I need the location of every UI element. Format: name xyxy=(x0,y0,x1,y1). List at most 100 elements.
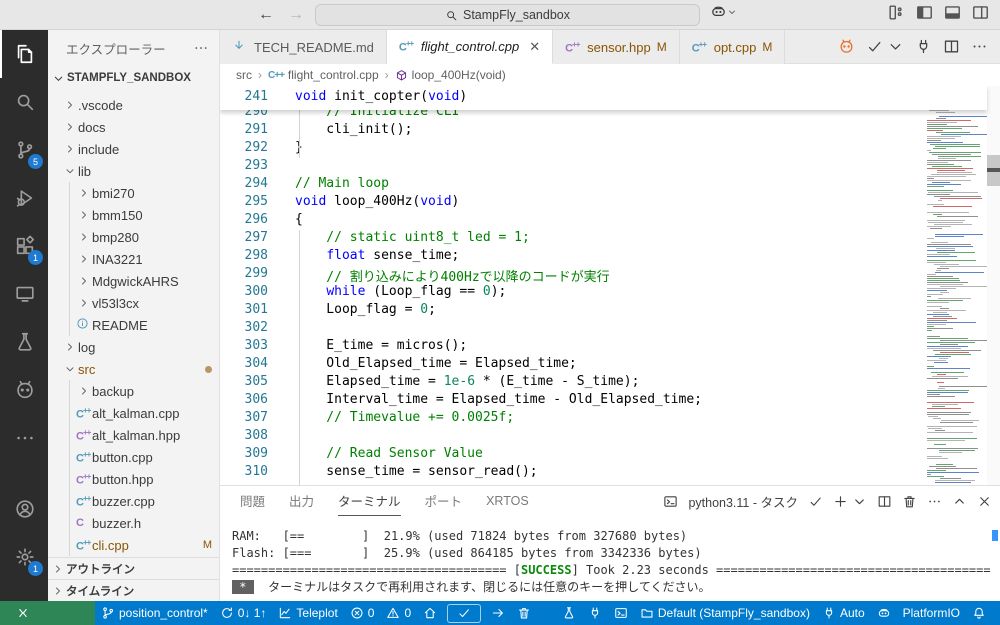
section-タイムライン[interactable]: タイムライン xyxy=(48,579,219,601)
activity-platformio[interactable] xyxy=(0,366,48,414)
code-editor[interactable]: 241 void init_copter(void) 290 // Initial… xyxy=(220,86,1000,485)
tree-item-buzzer.cpp[interactable]: C++ buzzer.cpp xyxy=(48,490,219,512)
panel-tab-XRTOS[interactable]: XRTOS xyxy=(486,486,529,516)
panel-left-icon[interactable] xyxy=(915,3,934,22)
tree-item-alt_kalman.cpp[interactable]: C++ alt_kalman.cpp xyxy=(48,402,219,424)
layout-icon[interactable] xyxy=(887,3,906,22)
sticky-scroll-line[interactable]: 241 void init_copter(void) xyxy=(220,86,987,110)
activity-testing[interactable] xyxy=(0,318,48,366)
ellipsis-icon[interactable] xyxy=(971,38,988,55)
minimap[interactable] xyxy=(925,86,987,485)
statusbar-pio-serial-monitor[interactable] xyxy=(582,601,608,625)
statusbar-errors[interactable]: 0 xyxy=(344,601,381,625)
activity-explorer[interactable] xyxy=(0,30,48,78)
activity-search[interactable] xyxy=(0,78,48,126)
activity-remote-explorer[interactable] xyxy=(0,270,48,318)
tree-item-alt_kalman.hpp[interactable]: C++ alt_kalman.hpp xyxy=(48,424,219,446)
statusbar-pio-build[interactable] xyxy=(447,603,482,623)
statusbar-pio-upload[interactable] xyxy=(485,601,511,625)
tree-item-MdgwickAHRS[interactable]: MdgwickAHRS xyxy=(48,270,219,292)
breadcrumb[interactable]: src › C++ flight_control.cpp › loop_400Hz(voi… xyxy=(220,64,1000,86)
statusbar-copilot-status[interactable] xyxy=(871,601,897,625)
copilot-menu[interactable] xyxy=(710,3,737,20)
tree-item-.vscode[interactable]: .vscode xyxy=(48,94,219,116)
trash-icon[interactable] xyxy=(902,494,917,509)
panel-tab-ポート[interactable]: ポート xyxy=(425,486,463,516)
check-icon[interactable] xyxy=(866,38,883,55)
breadcrumb-item-loop_400Hz(void)[interactable]: loop_400Hz(void) xyxy=(412,68,506,82)
terminal-task-label[interactable]: python3.11 - タスク xyxy=(688,492,798,511)
statusbar-teleplot[interactable]: Teleplot xyxy=(272,601,343,625)
tab-sensor.hpp[interactable]: C++ sensor.hpp M xyxy=(553,30,680,64)
ellipsis-icon[interactable] xyxy=(927,494,942,509)
tree-item-label: MdgwickAHRS xyxy=(92,273,179,289)
breadcrumb-item-flight_control.cpp[interactable]: flight_control.cpp xyxy=(288,68,379,82)
tree-item-button.cpp[interactable]: C++ button.cpp xyxy=(48,446,219,468)
plus-icon[interactable] xyxy=(833,494,848,509)
forward-arrow-icon[interactable]: → xyxy=(288,6,304,24)
command-center-search[interactable]: StampFly_sandbox xyxy=(315,4,700,26)
chevron-up-icon[interactable] xyxy=(952,494,967,509)
statusbar-pio-test[interactable] xyxy=(556,601,582,625)
statusbar-notifications[interactable] xyxy=(966,601,992,625)
activity-settings[interactable]: 1 xyxy=(0,533,48,581)
split-icon[interactable] xyxy=(877,494,892,509)
close-icon[interactable] xyxy=(977,494,992,509)
tree-item-log[interactable]: log xyxy=(48,336,219,358)
statusbar-pio-terminal[interactable] xyxy=(608,601,634,625)
tab-TECH_README.md[interactable]: TECH_README.md xyxy=(220,30,387,64)
chevron-down-icon[interactable] xyxy=(887,38,904,55)
plug-icon[interactable] xyxy=(915,38,932,55)
statusbar-git-branch[interactable]: position_control* xyxy=(95,601,214,625)
panel-tab-問題[interactable]: 問題 xyxy=(240,486,265,516)
tree-item-src[interactable]: src xyxy=(48,358,219,380)
tree-root-stampfly-sandbox[interactable]: STAMPFLY_SANDBOX xyxy=(48,66,219,90)
editor-scrollbar[interactable] xyxy=(987,86,1000,485)
more-actions-icon[interactable] xyxy=(193,40,209,56)
activity-source-control[interactable]: 5 xyxy=(0,126,48,174)
panel-tab-ターミナル[interactable]: ターミナル xyxy=(338,486,401,516)
close-icon[interactable]: ✕ xyxy=(529,39,540,55)
activity-extensions[interactable]: 1 xyxy=(0,222,48,270)
chevron-down-icon[interactable] xyxy=(852,494,867,509)
tree-item-bmm150[interactable]: bmm150 xyxy=(48,204,219,226)
line-number: 295 xyxy=(244,194,268,209)
tree-item-bmp280[interactable]: bmp280 xyxy=(48,226,219,248)
tree-item-cli.cpp[interactable]: C++ cli.cpp M xyxy=(48,534,219,556)
tab-flight_control.cpp[interactable]: C++ flight_control.cpp ✕ xyxy=(386,30,554,64)
panel-right-icon[interactable] xyxy=(971,3,990,22)
statusbar-pio-home[interactable] xyxy=(417,601,443,625)
statusbar-pio-clean[interactable] xyxy=(511,601,537,625)
tree-item-include[interactable]: include xyxy=(48,138,219,160)
breadcrumb-item-src[interactable]: src xyxy=(236,68,252,82)
check-icon[interactable] xyxy=(808,494,823,509)
alien-icon[interactable] xyxy=(838,38,855,55)
statusbar-warnings[interactable]: 0 xyxy=(380,601,417,625)
tree-item-README[interactable]: README xyxy=(48,314,219,336)
back-arrow-icon[interactable]: ← xyxy=(258,6,274,24)
activity-more[interactable] xyxy=(0,414,48,462)
tree-item-button.hpp[interactable]: C++ button.hpp xyxy=(48,468,219,490)
tree-item-docs[interactable]: docs xyxy=(48,116,219,138)
tab-opt.cpp[interactable]: C++ opt.cpp M xyxy=(679,30,786,64)
statusbar-port-auto[interactable]: Auto xyxy=(816,601,871,625)
section-アウトライン[interactable]: アウトライン xyxy=(48,557,219,579)
statusbar-remote-indicator[interactable] xyxy=(0,601,95,625)
statusbar-pio-env[interactable]: Default (StampFly_sandbox) xyxy=(634,601,816,625)
tree-item-bmi270[interactable]: bmi270 xyxy=(48,182,219,204)
cpp-file-icon: C++ xyxy=(76,537,91,553)
tree-item-backup[interactable]: backup xyxy=(48,380,219,402)
panel-tab-出力[interactable]: 出力 xyxy=(289,486,314,516)
terminal-output[interactable]: RAM: [== ] 21.9% (used 71824 bytes from … xyxy=(232,528,991,596)
tree-item-lib[interactable]: lib xyxy=(48,160,219,182)
tree-item-vl53l3cx[interactable]: vl53l3cx xyxy=(48,292,219,314)
branch-icon xyxy=(101,606,115,620)
split-icon[interactable] xyxy=(943,38,960,55)
tree-item-INA3221[interactable]: INA3221 xyxy=(48,248,219,270)
panel-bottom-icon[interactable] xyxy=(943,3,962,22)
activity-run-debug[interactable] xyxy=(0,174,48,222)
activity-accounts[interactable] xyxy=(0,485,48,533)
statusbar-platformio-status[interactable]: PlatformIO xyxy=(897,601,966,625)
tree-item-buzzer.h[interactable]: Cbuzzer.h xyxy=(48,512,219,534)
statusbar-git-sync[interactable]: 0↓ 1↑ xyxy=(214,601,273,625)
